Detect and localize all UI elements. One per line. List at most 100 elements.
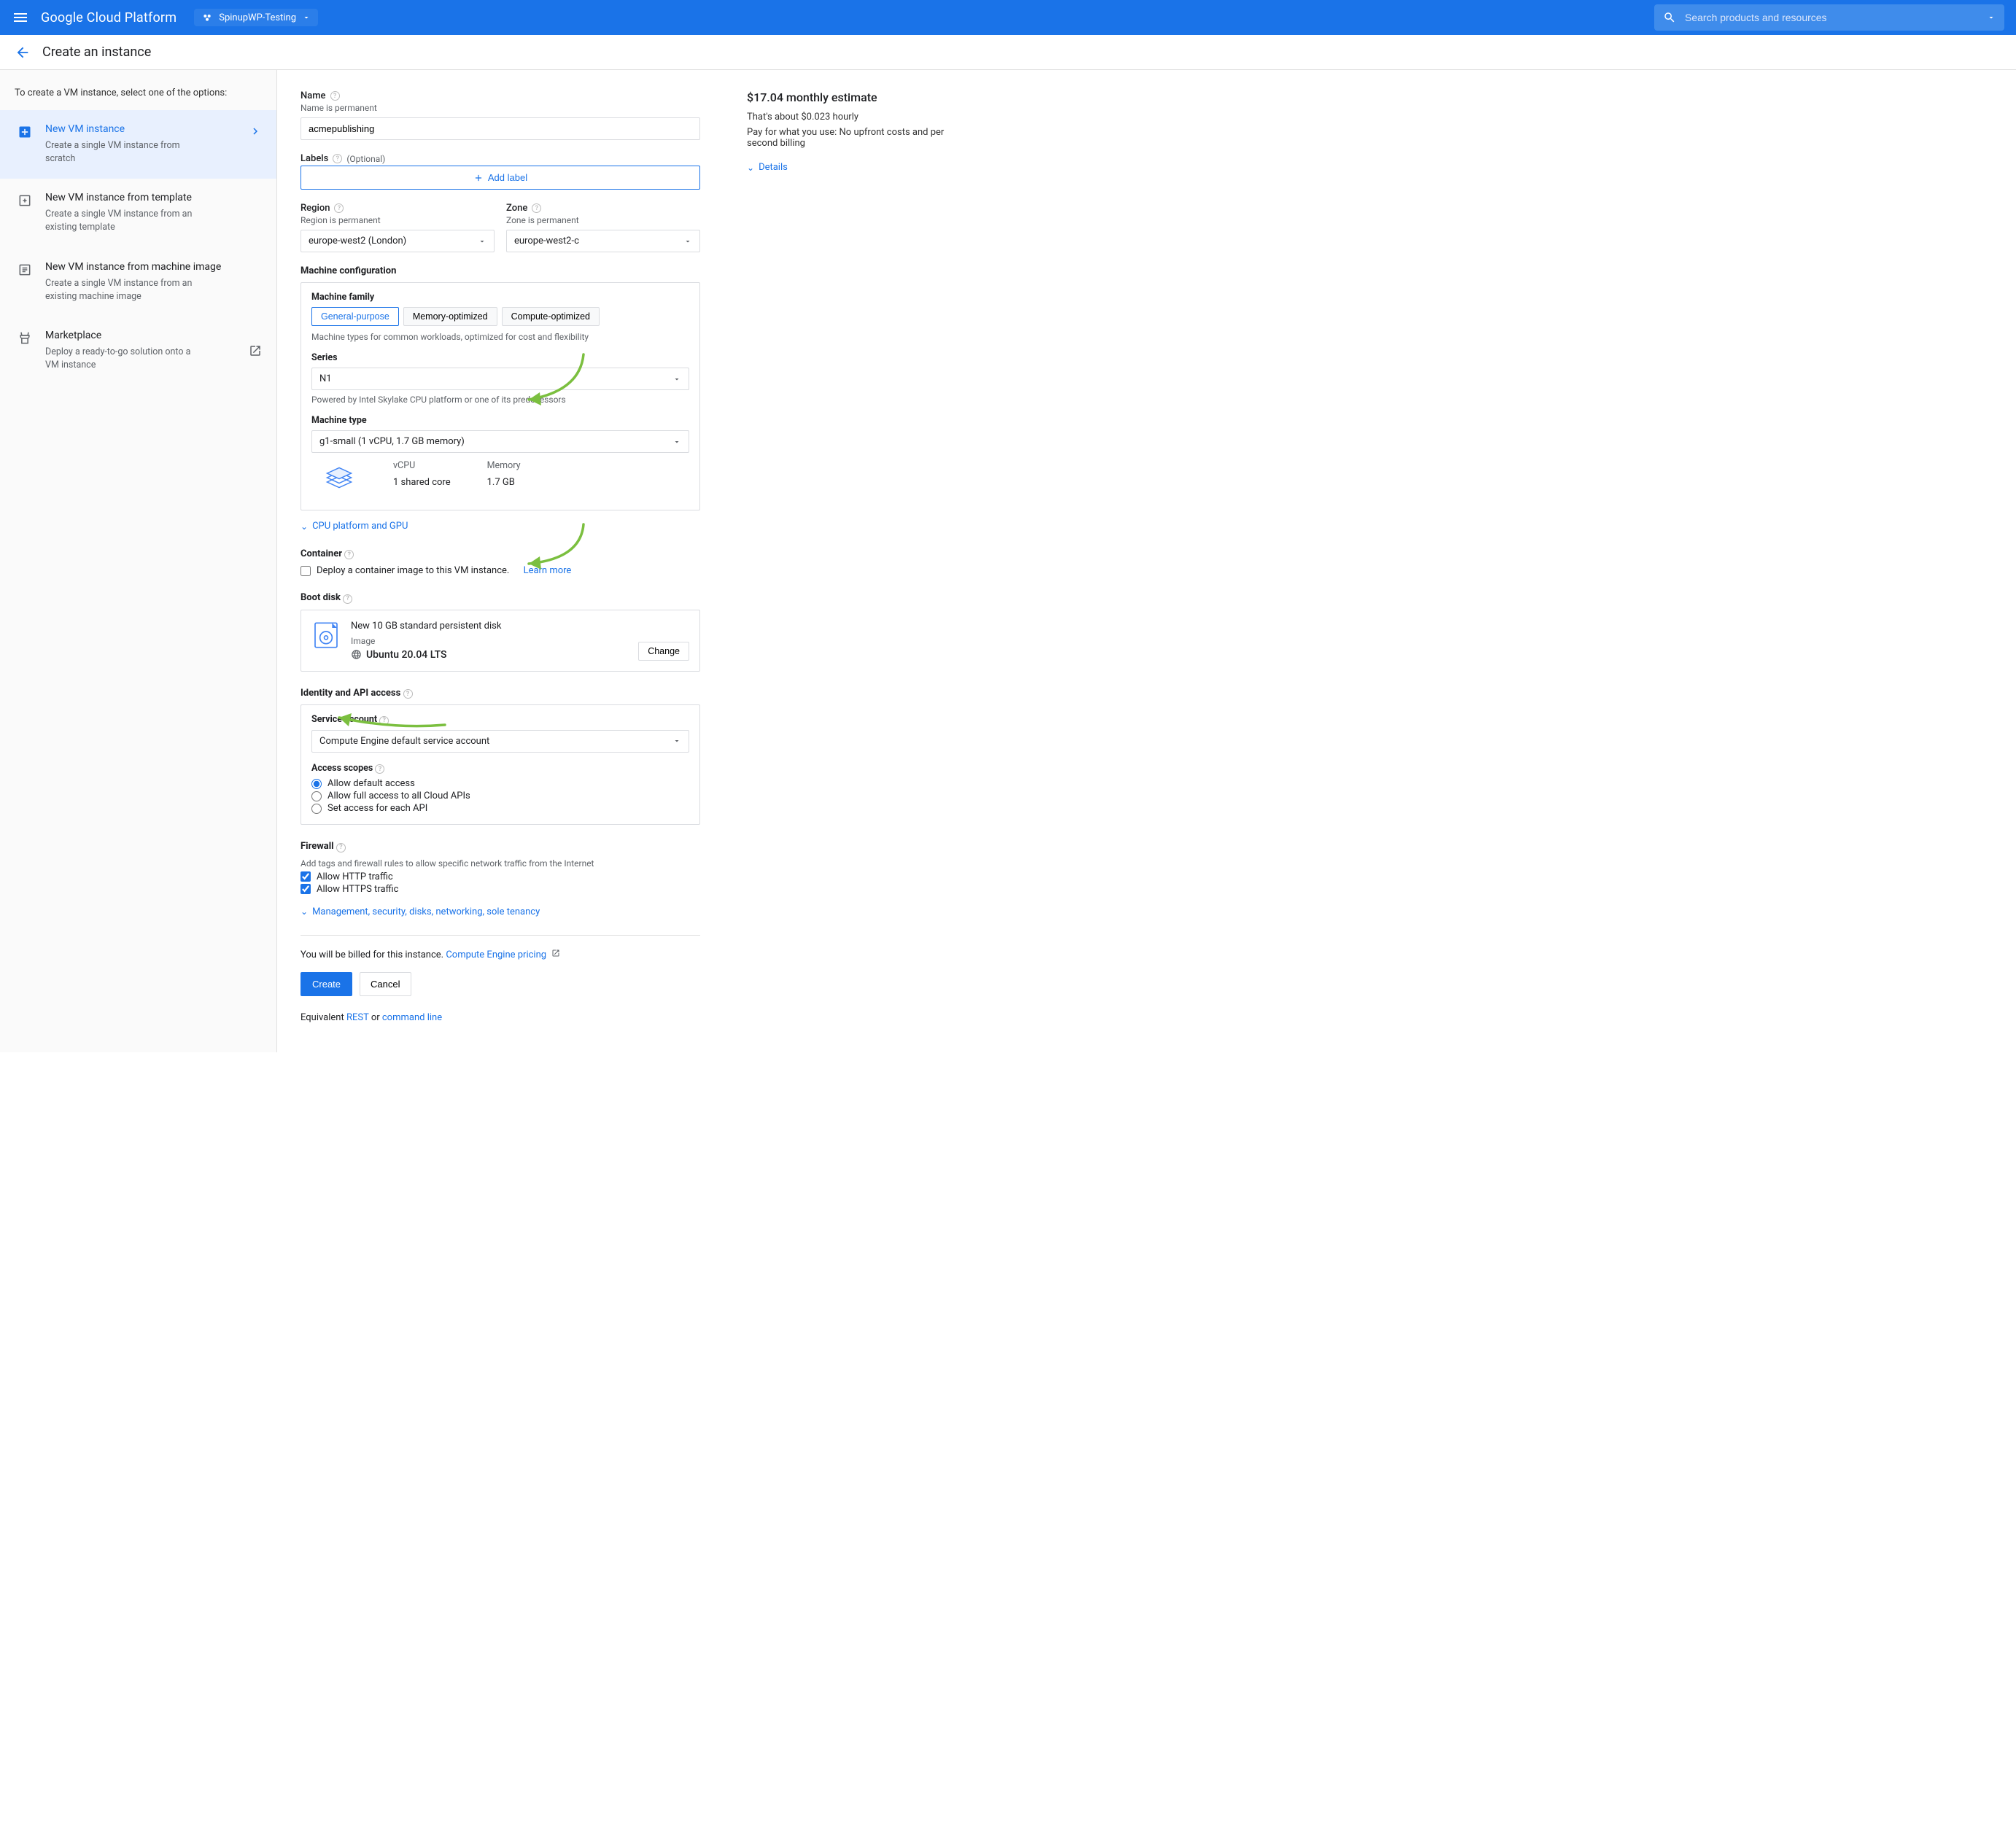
help-icon[interactable]: ? bbox=[375, 764, 384, 774]
sidebar-item-desc: Create a single VM instance from scratch bbox=[45, 139, 206, 166]
help-icon[interactable]: ? bbox=[379, 716, 389, 726]
help-icon[interactable]: ? bbox=[330, 91, 340, 101]
scope-full[interactable]: Allow full access to all Cloud APIs bbox=[311, 791, 689, 801]
machine-image-icon bbox=[18, 263, 32, 277]
container-heading: Container ? bbox=[301, 548, 700, 560]
boot-disk-heading: Boot disk ? bbox=[301, 592, 700, 604]
boot-disk-desc: New 10 GB standard persistent disk bbox=[351, 621, 628, 632]
machine-config-card: Machine family General-purpose Memory-op… bbox=[301, 282, 700, 510]
sidebar-item-desc: Create a single VM instance from an exis… bbox=[45, 208, 206, 234]
create-button[interactable]: Create bbox=[301, 972, 352, 996]
boot-os-line: Ubuntu 20.04 LTS bbox=[351, 649, 628, 661]
add-box-icon bbox=[18, 125, 32, 139]
add-label-button[interactable]: Add label bbox=[301, 166, 700, 190]
help-icon[interactable]: ? bbox=[532, 203, 541, 213]
template-icon bbox=[18, 193, 32, 208]
firewall-http-checkbox[interactable]: Allow HTTP traffic bbox=[301, 871, 700, 882]
chevron-right-icon bbox=[249, 125, 262, 138]
machine-spec-summary: vCPU1 shared core Memory1.7 GB bbox=[311, 453, 689, 501]
tab-compute-optimized[interactable]: Compute-optimized bbox=[502, 307, 600, 326]
series-select[interactable]: N1 bbox=[311, 368, 689, 390]
sidebar-item-marketplace[interactable]: Marketplace Deploy a ready-to-go solutio… bbox=[0, 316, 276, 385]
hourly-estimate: That's about $0.023 hourly bbox=[747, 112, 974, 123]
region-label: Region? bbox=[301, 203, 495, 214]
project-name: SpinupWP-Testing bbox=[219, 12, 296, 23]
rest-link[interactable]: REST bbox=[346, 1012, 369, 1023]
service-account-label: Service account ? bbox=[311, 714, 689, 726]
firewall-https-checkbox[interactable]: Allow HTTPS traffic bbox=[301, 884, 700, 895]
identity-card: Service account ? Compute Engine default… bbox=[301, 704, 700, 825]
marketplace-icon bbox=[18, 331, 32, 346]
help-icon[interactable]: ? bbox=[344, 550, 354, 559]
name-label: Name? bbox=[301, 90, 700, 101]
help-icon[interactable]: ? bbox=[333, 154, 342, 163]
sidebar-item-new-vm[interactable]: New VM instance Create a single VM insta… bbox=[0, 110, 276, 179]
firewall-desc: Add tags and firewall rules to allow spe… bbox=[301, 858, 700, 869]
identity-heading: Identity and API access ? bbox=[301, 688, 700, 699]
boot-image-label: Image bbox=[351, 636, 628, 646]
scope-default[interactable]: Allow default access bbox=[311, 778, 689, 789]
cpu-platform-gpu-expand[interactable]: ⌄CPU platform and GPU bbox=[301, 521, 408, 532]
dropdown-icon bbox=[478, 237, 486, 246]
tab-general-purpose[interactable]: General-purpose bbox=[311, 307, 399, 326]
help-icon[interactable]: ? bbox=[403, 689, 413, 699]
billing-note: Pay for what you use: No upfront costs a… bbox=[747, 127, 974, 149]
machine-type-label: Machine type bbox=[311, 415, 689, 426]
open-external-icon bbox=[249, 344, 262, 357]
machine-3d-icon bbox=[322, 460, 357, 498]
container-learn-more-link[interactable]: Learn more bbox=[524, 565, 572, 576]
dropdown-icon bbox=[672, 438, 681, 446]
machine-config-heading: Machine configuration bbox=[301, 265, 700, 276]
sidebar-item-desc: Deploy a ready-to-go solution onto a VM … bbox=[45, 346, 206, 372]
search-bar[interactable] bbox=[1654, 4, 2004, 31]
help-icon[interactable]: ? bbox=[334, 203, 344, 213]
page-title-bar: Create an instance bbox=[0, 35, 2016, 70]
billing-notice: You will be billed for this instance. Co… bbox=[301, 949, 700, 960]
help-icon[interactable]: ? bbox=[336, 843, 346, 852]
plus-icon bbox=[473, 173, 484, 183]
dropdown-icon bbox=[302, 13, 311, 22]
management-expand[interactable]: ⌄Management, security, disks, networking… bbox=[301, 906, 540, 917]
project-selector[interactable]: SpinupWP-Testing bbox=[194, 9, 318, 26]
instance-name-input[interactable] bbox=[301, 117, 700, 140]
series-label: Series bbox=[311, 352, 689, 363]
cancel-button[interactable]: Cancel bbox=[360, 972, 411, 996]
dropdown-icon bbox=[683, 237, 692, 246]
gcp-logo: Google Cloud Platform bbox=[41, 10, 177, 26]
form-main: Name? Name is permanent Labels?(Optional… bbox=[277, 70, 729, 1052]
search-input[interactable] bbox=[1685, 12, 1978, 23]
sidebar-item-new-vm-from-image[interactable]: New VM instance from machine image Creat… bbox=[0, 248, 276, 316]
sidebar-item-new-vm-from-template[interactable]: New VM instance from template Create a s… bbox=[0, 179, 276, 247]
service-account-select[interactable]: Compute Engine default service account bbox=[311, 730, 689, 753]
tab-memory-optimized[interactable]: Memory-optimized bbox=[403, 307, 497, 326]
zone-select[interactable]: europe-west2-c bbox=[506, 230, 700, 252]
sidebar-item-title: Marketplace bbox=[45, 330, 262, 341]
globe-icon bbox=[351, 649, 362, 660]
sidebar-intro-text: To create a VM instance, select one of t… bbox=[0, 70, 276, 110]
access-scopes-label: Access scopes ? bbox=[311, 763, 689, 774]
region-select[interactable]: europe-west2 (London) bbox=[301, 230, 495, 252]
help-icon[interactable]: ? bbox=[343, 594, 352, 604]
command-line-link[interactable]: command line bbox=[382, 1012, 442, 1023]
menu-icon[interactable] bbox=[12, 9, 29, 26]
pricing-link[interactable]: Compute Engine pricing bbox=[446, 949, 546, 960]
hexagon-cluster-icon bbox=[201, 12, 213, 23]
scope-each-api[interactable]: Set access for each API bbox=[311, 803, 689, 814]
estimate-details-expand[interactable]: ⌄Details bbox=[747, 162, 788, 173]
machine-type-select[interactable]: g1-small (1 vCPU, 1.7 GB memory) bbox=[311, 430, 689, 453]
boot-disk-change-button[interactable]: Change bbox=[638, 642, 689, 661]
labels-label: Labels?(Optional) bbox=[301, 153, 700, 164]
deploy-container-checkbox[interactable] bbox=[301, 566, 311, 576]
dropdown-icon bbox=[672, 737, 681, 745]
zone-label: Zone? bbox=[506, 203, 700, 214]
back-arrow-icon[interactable] bbox=[15, 44, 31, 61]
sidebar-item-title: New VM instance from template bbox=[45, 192, 262, 203]
page-title: Create an instance bbox=[42, 44, 151, 60]
estimate-panel: $17.04 monthly estimate That's about $0.… bbox=[729, 70, 992, 1052]
disk-icon bbox=[311, 621, 341, 653]
machine-family-tabs: General-purpose Memory-optimized Compute… bbox=[311, 307, 689, 326]
open-external-icon bbox=[551, 949, 560, 958]
dropdown-icon bbox=[672, 375, 681, 384]
machine-family-label: Machine family bbox=[311, 292, 689, 303]
dropdown-icon[interactable] bbox=[1987, 13, 1996, 22]
